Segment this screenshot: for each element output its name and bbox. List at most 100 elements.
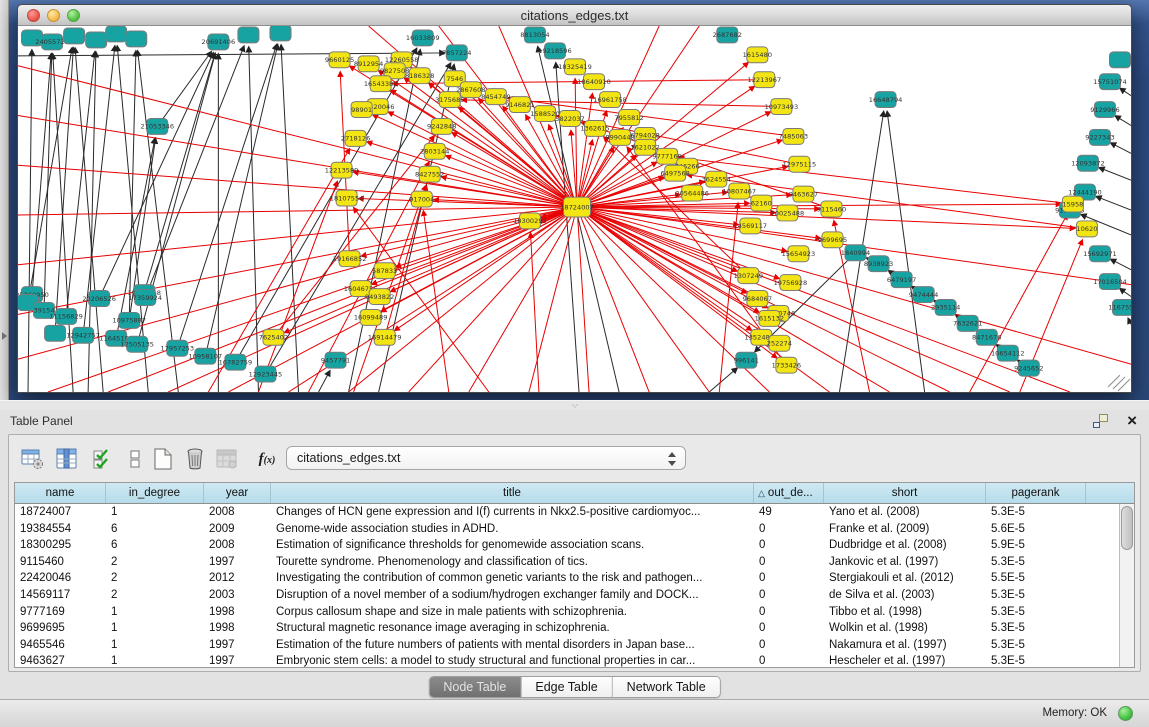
tab-edge-table[interactable]: Edge Table	[520, 677, 611, 697]
cell-in-degree[interactable]: 1	[106, 504, 204, 521]
cell-short[interactable]: Nakamura et al. (1997)	[824, 637, 986, 654]
cell-out-degree[interactable]: 0	[754, 587, 824, 604]
graph-node[interactable]: 8938923	[864, 256, 893, 272]
cell-short[interactable]: Wolkin et al. (1998)	[824, 620, 986, 637]
graph-node[interactable]: 15751074	[1093, 74, 1127, 90]
graph-node[interactable]: 2935114	[931, 300, 960, 316]
graph-node[interactable]: 17016504	[1093, 274, 1127, 290]
cell-pagerank[interactable]: 5.3E-5	[986, 504, 1086, 521]
cell-short[interactable]: de Silva et al. (2003)	[824, 587, 986, 604]
graph-node[interactable]: 18107554	[330, 190, 364, 206]
cell-title[interactable]: Estimation of significance thresholds fo…	[271, 537, 754, 554]
graph-node[interactable]: 9115460	[817, 201, 846, 217]
cell-out-degree[interactable]: 0	[754, 554, 824, 571]
graph-node[interactable]: 1615480	[743, 47, 772, 63]
graph-node[interactable]: 16961758	[593, 92, 627, 108]
network-canvas[interactable]: 2405572420691406160338097857224881305419…	[18, 26, 1131, 392]
cell-in-degree[interactable]: 1	[106, 653, 204, 668]
cell-pagerank[interactable]: 5.3E-5	[986, 653, 1086, 668]
graph-node[interactable]: 7632621	[953, 315, 982, 331]
table-scrollbar[interactable]	[1119, 504, 1134, 667]
cell-title[interactable]: Investigating the contribution of common…	[271, 570, 754, 587]
graph-node[interactable]: 2803144	[420, 143, 449, 159]
function-builder-button[interactable]: f(x)	[249, 446, 285, 472]
network-window[interactable]: citations_edges.txt 24055724206914061603…	[17, 4, 1132, 393]
collapsed-panel-rail[interactable]	[0, 0, 9, 400]
graph-node[interactable]: 16914479	[368, 329, 402, 345]
cell-pagerank[interactable]: 5.3E-5	[986, 637, 1086, 654]
graph-node[interactable]: 10620	[1076, 221, 1097, 237]
graph-node-hub[interactable]: 18724007	[560, 197, 594, 217]
graph-node[interactable]: 15958	[1062, 196, 1083, 212]
table-row[interactable]: 946554611997Estimation of the future num…	[15, 637, 1134, 654]
graph-node[interactable]: 6479197	[887, 272, 916, 288]
graph-node[interactable]: 2687682	[713, 27, 742, 43]
graph-node[interactable]: 18325419	[558, 59, 592, 75]
graph-node[interactable]: 9699695	[818, 232, 847, 248]
splitter-grip-icon[interactable]	[571, 404, 581, 408]
graph-node[interactable]: 9245652	[1014, 360, 1043, 376]
float-panel-icon[interactable]	[1093, 414, 1109, 428]
cell-in-degree[interactable]: 2	[106, 570, 204, 587]
graph-node[interactable]: 9227343	[1085, 129, 1114, 145]
cell-year[interactable]: 2009	[204, 521, 271, 538]
graph-node[interactable]: 9684067	[743, 291, 772, 307]
column-header-out-degree[interactable]: △out_de...	[754, 483, 824, 503]
cell-title[interactable]: Genome-wide association studies in ADHD.	[271, 521, 754, 538]
cell-pagerank[interactable]: 5.3E-5	[986, 554, 1086, 571]
cell-in-degree[interactable]: 6	[106, 521, 204, 538]
graph-node[interactable]: 19218596	[538, 43, 572, 59]
graph-node[interactable]: 9242848	[427, 118, 456, 134]
graph-node[interactable]: 587833	[372, 263, 397, 279]
cell-short[interactable]: Jankovic et al. (1997)	[824, 554, 986, 571]
network-window-titlebar[interactable]: citations_edges.txt	[18, 5, 1131, 26]
close-panel-icon[interactable]: ×	[1127, 410, 1137, 432]
cell-year[interactable]: 1998	[204, 604, 271, 621]
graph-node[interactable]	[238, 27, 259, 43]
graph-node[interactable]: 8471676	[972, 329, 1001, 345]
graph-node[interactable]	[1109, 52, 1130, 68]
cell-year[interactable]: 2003	[204, 587, 271, 604]
graph-node[interactable]: 9457791	[321, 352, 350, 368]
cell-pagerank[interactable]: 5.5E-5	[986, 570, 1086, 587]
cell-title[interactable]: Corpus callosum shape and size in male p…	[271, 604, 754, 621]
graph-node[interactable]: 1840994	[841, 245, 870, 261]
table-row[interactable]: 1938455462009Genome-wide association stu…	[15, 521, 1134, 538]
graph-node[interactable]: 8427552	[415, 166, 444, 182]
table-row[interactable]: 1456911722003Disruption of a novel membe…	[15, 587, 1134, 604]
graph-node[interactable]: 917004	[409, 191, 434, 207]
graph-node[interactable]: 252274	[767, 335, 792, 351]
graph-node[interactable]: 15654923	[782, 246, 816, 262]
expand-panel-arrow-icon[interactable]	[2, 332, 7, 340]
graph-node[interactable]: 12213967	[748, 72, 782, 88]
cell-title[interactable]: Tourette syndrome. Phenomenology and cla…	[271, 554, 754, 571]
table-row[interactable]: 969969511998Structural magnetic resonanc…	[15, 620, 1134, 637]
column-header-short[interactable]: short	[824, 483, 986, 503]
graph-node[interactable]: 1167553	[1108, 300, 1131, 316]
cell-title[interactable]: Changes of HCN gene expression and I(f) …	[271, 504, 754, 521]
panel-splitter[interactable]	[0, 400, 1149, 410]
graph-node[interactable]: 12213589	[325, 162, 359, 178]
graph-node[interactable]	[106, 26, 127, 42]
cell-in-degree[interactable]: 6	[106, 537, 204, 554]
new-column-button[interactable]	[151, 446, 177, 472]
delete-column-button[interactable]	[183, 446, 209, 472]
graph-node[interactable]: 12923445	[249, 366, 283, 382]
cell-pagerank[interactable]: 5.3E-5	[986, 587, 1086, 604]
graph-node[interactable]: 3624554	[702, 171, 731, 187]
cell-short[interactable]: Tibbo et al. (1998)	[824, 604, 986, 621]
cell-name[interactable]: 18724007	[15, 504, 106, 521]
graph-node[interactable]: 2718126	[341, 130, 370, 146]
graph-node[interactable]: 7485063	[779, 128, 808, 144]
graph-node[interactable]: 62160	[751, 195, 772, 211]
graph-node[interactable]: 7857224	[442, 45, 471, 61]
graph-node[interactable]: 7955812	[614, 110, 643, 126]
table-row[interactable]: 2242004622012Investigating the contribut…	[15, 570, 1134, 587]
cell-year[interactable]: 1998	[204, 620, 271, 637]
cell-in-degree[interactable]: 1	[106, 620, 204, 637]
cell-pagerank[interactable]: 5.3E-5	[986, 604, 1086, 621]
graph-node[interactable]: 996141	[734, 352, 759, 368]
graph-node[interactable]	[45, 325, 66, 341]
cell-name[interactable]: 9699695	[15, 620, 106, 637]
graph-node[interactable]: 10025488	[771, 205, 805, 221]
